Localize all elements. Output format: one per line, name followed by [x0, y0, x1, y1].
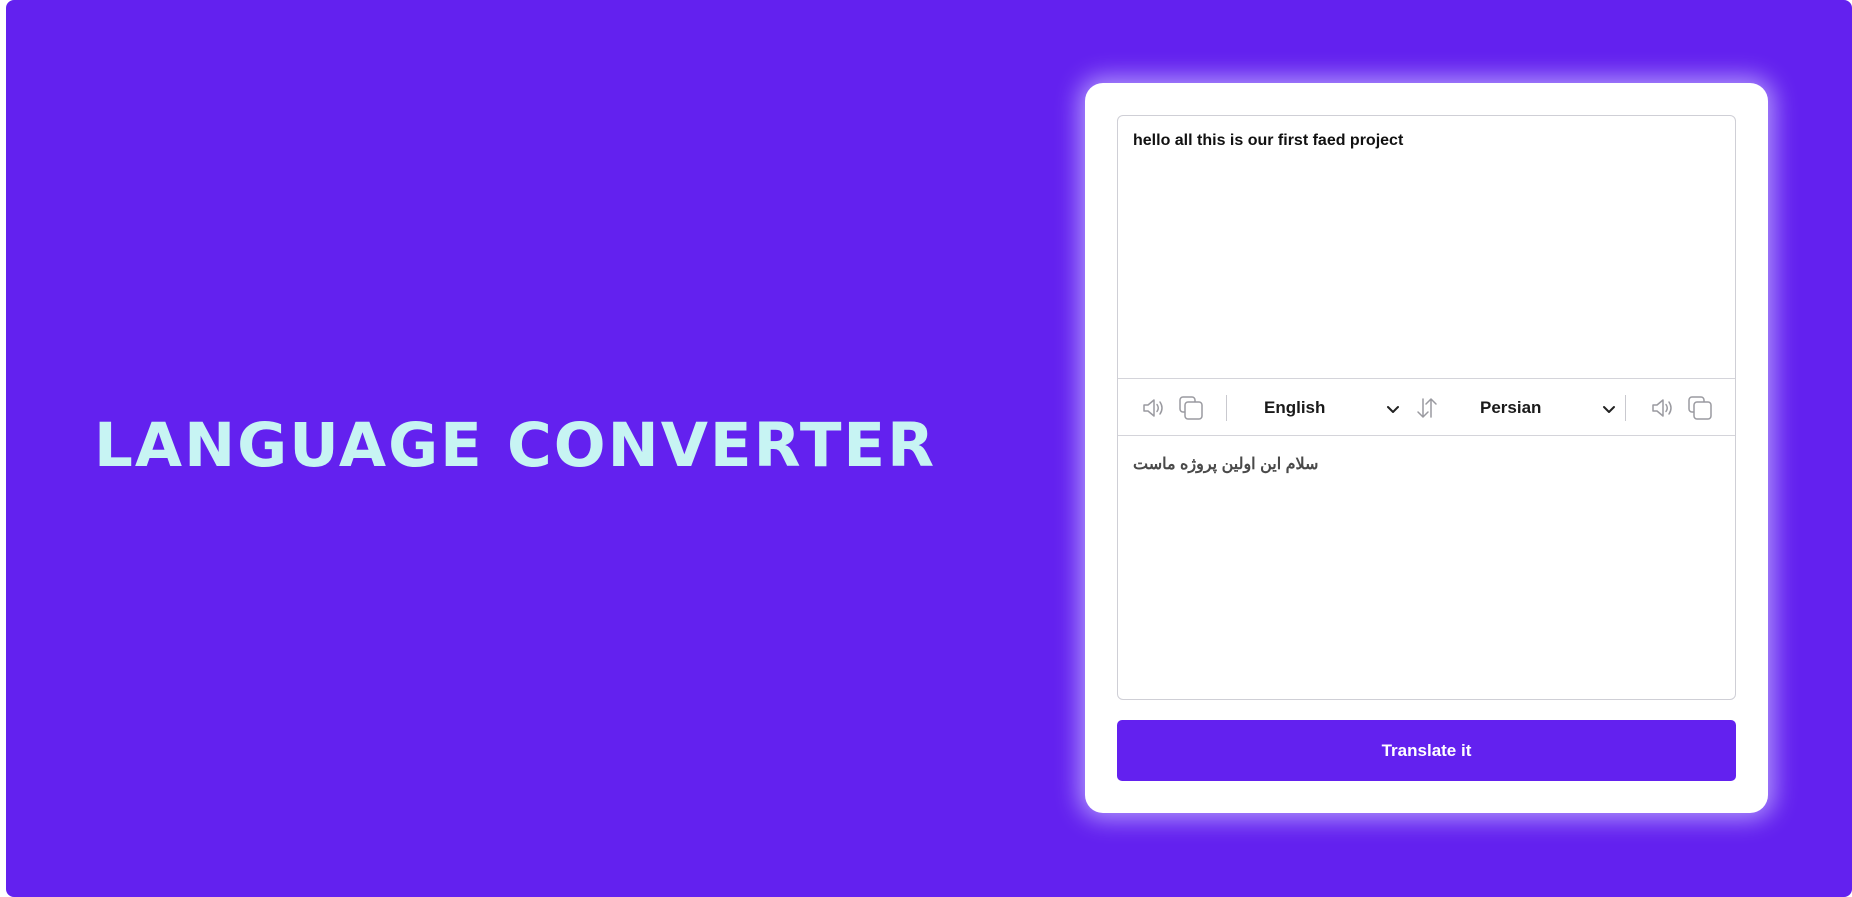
target-text-output[interactable]: سلام این اولین پروژه ماست — [1133, 454, 1318, 474]
source-copy-icon[interactable] — [1178, 395, 1204, 421]
chevron-down-icon — [1602, 402, 1616, 416]
controls-divider — [1625, 395, 1626, 421]
translate-button[interactable]: Translate it — [1117, 720, 1736, 781]
source-speaker-icon[interactable] — [1140, 395, 1166, 421]
target-speaker-icon[interactable] — [1649, 395, 1675, 421]
page-title: LANGUAGE CONVERTER — [94, 410, 937, 481]
source-text-input[interactable]: hello all this is our first faed project — [1133, 132, 1720, 150]
translator-controls: English Persian — [1118, 378, 1735, 436]
target-copy-icon[interactable] — [1687, 395, 1713, 421]
source-language-label: English — [1264, 398, 1326, 417]
page-background: LANGUAGE CONVERTER hello all this is our… — [6, 0, 1852, 897]
chevron-down-icon — [1386, 402, 1400, 416]
target-language-select[interactable]: Persian — [1480, 393, 1620, 423]
translator-panel: hello all this is our first faed project — [1117, 115, 1736, 700]
controls-divider — [1226, 395, 1227, 421]
target-language-label: Persian — [1480, 398, 1542, 417]
source-language-select[interactable]: English — [1264, 393, 1404, 423]
translator-card: hello all this is our first faed project — [1085, 83, 1768, 813]
swap-arrows-icon[interactable] — [1414, 395, 1440, 421]
